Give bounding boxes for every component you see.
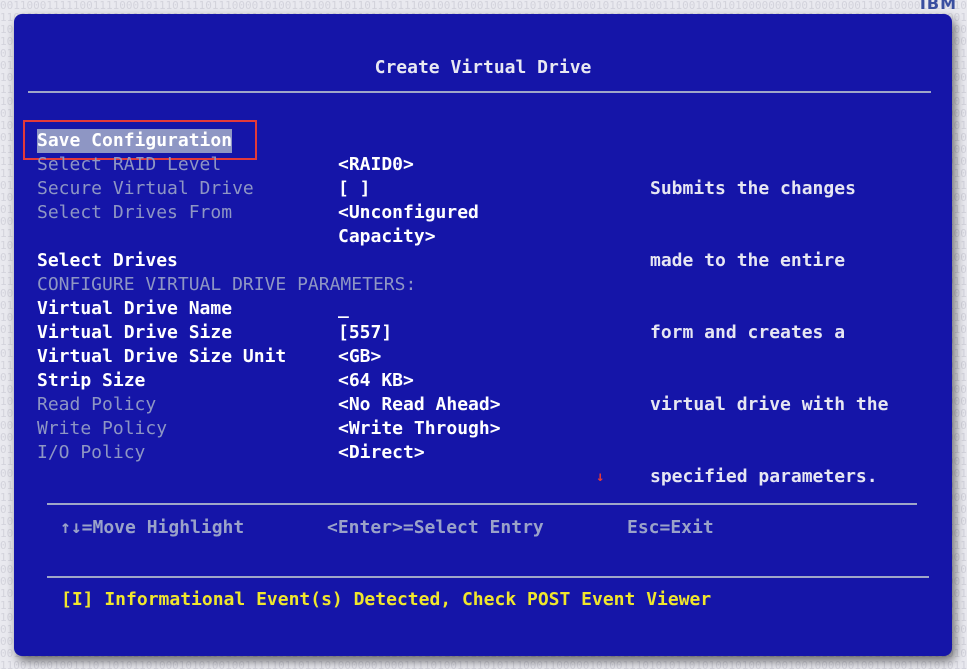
help-line: made to the entire (650, 250, 846, 271)
footer-select-hint: <Enter>=Select Entry (327, 517, 544, 538)
footer-move-hint: ↑↓=Move Highlight (60, 517, 245, 538)
title-divider (28, 91, 931, 93)
virtual-drive-name-field[interactable]: _ (338, 297, 349, 321)
io-policy-value[interactable]: <Direct> (338, 441, 425, 465)
bios-screen: Create Virtual Drive Save Configuration … (14, 14, 952, 656)
menu-item-label: Select Drives (37, 250, 178, 271)
section-label: CONFIGURE VIRTUAL DRIVE PARAMETERS: (37, 274, 417, 295)
raid-level-value[interactable]: <RAID0> (338, 153, 414, 177)
footer-divider-top (47, 503, 917, 505)
footer-divider-bottom (47, 576, 929, 578)
menu-item-label: Virtual Drive Size Unit (37, 346, 287, 367)
strip-size-value[interactable]: <64 KB> (338, 369, 414, 393)
help-line: virtual drive with the (650, 394, 889, 415)
drives-from-value[interactable]: <Unconfigured (338, 201, 479, 225)
menu-item-label: Virtual Drive Size (37, 322, 233, 343)
menu-item-label: Virtual Drive Name (37, 298, 233, 319)
secure-checkbox[interactable]: [ ] (338, 177, 371, 201)
page-title: Create Virtual Drive (374, 57, 592, 78)
help-panel: Submits the changes made to the entire f… (650, 129, 930, 537)
menu-item-label: I/O Policy (37, 442, 146, 463)
help-line: Submits the changes (650, 178, 856, 199)
menu-item-label: Read Policy (37, 394, 157, 415)
vendor-logo: IBM (919, 0, 957, 13)
write-policy-value[interactable]: <Write Through> (338, 417, 501, 441)
menu-item-label: Strip Size (37, 370, 146, 391)
status-message: [I] Informational Event(s) Detected, Che… (61, 589, 712, 610)
menu-item-label: Secure Virtual Drive (37, 178, 254, 199)
menu-item-label: Select Drives From (37, 202, 233, 223)
footer-exit-hint: Esc=Exit (627, 517, 714, 538)
menu-item-label: Save Configuration (37, 129, 233, 153)
drives-from-value-line2: Capacity> (338, 226, 436, 247)
menu-item-label: Write Policy (37, 418, 168, 439)
help-line: specified parameters. (650, 466, 878, 487)
menu-item-label: Select RAID Level (37, 154, 222, 175)
read-policy-value[interactable]: <No Read Ahead> (338, 393, 501, 417)
virtual-drive-size-field[interactable]: [557] (338, 321, 392, 345)
size-unit-value[interactable]: <GB> (338, 345, 381, 369)
help-line: form and creates a (650, 322, 846, 343)
scroll-down-arrow-icon[interactable]: ↓ (596, 469, 604, 485)
